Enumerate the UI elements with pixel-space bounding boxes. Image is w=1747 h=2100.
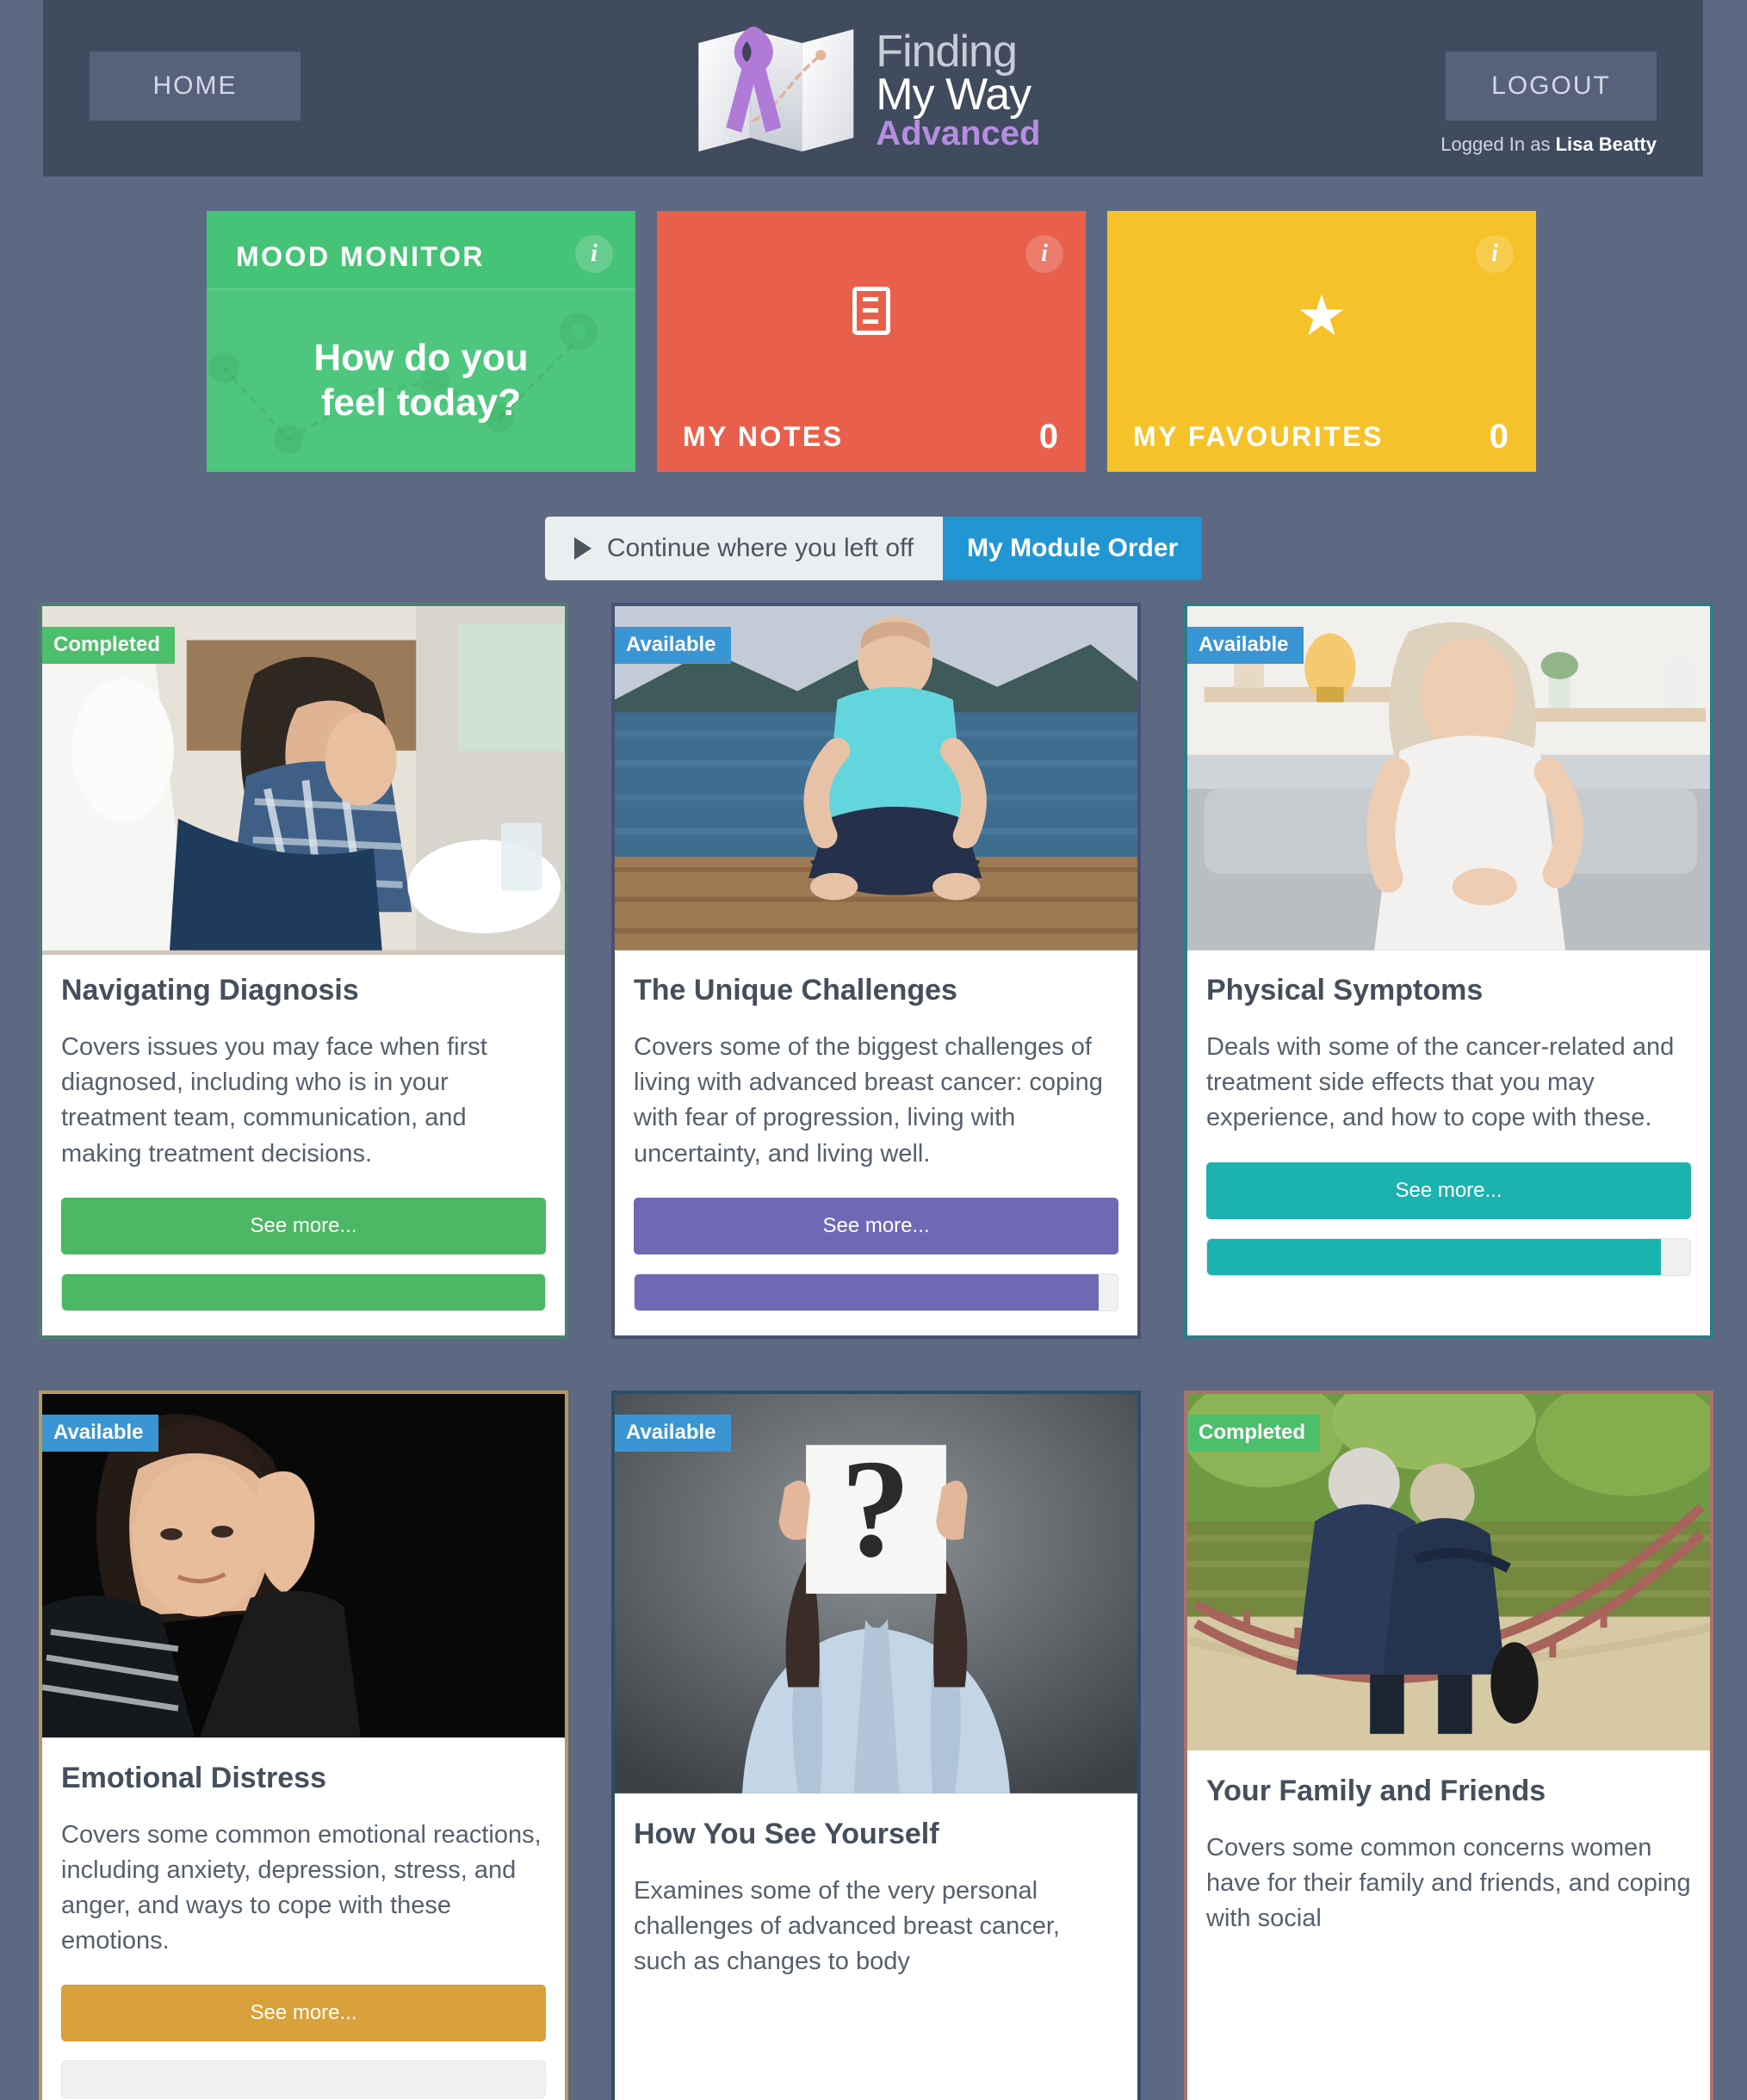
module-card[interactable]: Completed Your Family and Friends Covers… — [1184, 1390, 1713, 2100]
see-more-button[interactable]: See more... — [634, 1197, 1118, 1254]
module-card[interactable]: Completed Navigating Diagnosis Covers is… — [39, 603, 568, 1339]
module-title: Physical Symptoms — [1206, 974, 1484, 1007]
module-progress-fill — [635, 1273, 1099, 1310]
module-progress-bar — [634, 1273, 1118, 1311]
module-card-body: Physical Symptoms Deals with some of the… — [1187, 955, 1710, 1300]
module-card-image: Available — [42, 1393, 565, 1743]
module-status-badge: Completed — [42, 627, 176, 664]
module-description: Examines some of the very personal chall… — [634, 1876, 1060, 1976]
module-card-body: Emotional Distress Covers some common em… — [42, 1743, 565, 2100]
module-description: Deals with some of the cancer-related an… — [1206, 1033, 1675, 1132]
logo-line-2: My Way — [876, 70, 1031, 121]
module-status-badge: Available — [1187, 627, 1304, 664]
logout-button[interactable]: LOGOUT — [1446, 52, 1657, 121]
module-progress-bar — [61, 2060, 546, 2099]
my-module-order-button[interactable]: My Module Order — [943, 517, 1203, 580]
see-more-button[interactable]: See more... — [61, 1985, 546, 2042]
module-card-image: Available — [1187, 606, 1710, 955]
module-card-image: Available — [615, 606, 1137, 955]
tile-my-favourites-count: 0 — [1489, 418, 1508, 455]
star-icon: ★ — [1296, 283, 1347, 347]
module-title: Navigating Diagnosis — [61, 974, 359, 1007]
question-mark-over-face-photo: ? — [615, 1393, 1137, 1793]
module-card[interactable]: Available The Unique Challenges Covers s… — [611, 603, 1141, 1339]
site-logo[interactable]: Finding My Way Advanced — [691, 17, 1040, 159]
tile-mood-monitor-question: How do you feel today? — [207, 336, 635, 425]
module-title: How You See Yourself — [634, 1817, 939, 1850]
module-description: Covers issues you may face when first di… — [61, 1033, 487, 1168]
map-with-purple-ribbon-icon — [691, 17, 864, 159]
tile-my-notes-count: 0 — [1038, 418, 1058, 455]
continue-where-you-left-off-button[interactable]: Continue where you left off — [544, 517, 944, 580]
module-progress-bar — [61, 1273, 546, 1311]
module-card-body: How You See Yourself Examines some of th… — [615, 1799, 1137, 2030]
module-title: Your Family and Friends — [1206, 1774, 1546, 1807]
tile-my-notes-title: MY NOTES — [683, 421, 844, 452]
module-title: Emotional Distress — [61, 1761, 326, 1794]
site-header: HOME Finding My Way Advanced LOGOUT Logg… — [43, 0, 1703, 177]
logged-in-username: Lisa Beatty — [1555, 133, 1657, 155]
module-status-badge: Available — [615, 627, 731, 664]
tile-mood-question-line1: How do you — [313, 337, 529, 379]
module-description: Covers some of the biggest challenges of… — [634, 1033, 1103, 1168]
tile-mood-question-line2: feel today? — [320, 381, 522, 424]
action-bar: Continue where you left off My Module Or… — [0, 517, 1747, 580]
continue-button-label: Continue where you left off — [606, 534, 914, 562]
tile-my-favourites-info-icon[interactable]: i — [1476, 235, 1514, 273]
module-card[interactable]: Available Emotional Distress Covers some… — [39, 1390, 568, 2100]
module-description: Covers some common concerns women have f… — [1206, 1833, 1691, 1933]
module-card-body: Navigating Diagnosis Covers issues you m… — [42, 955, 565, 1335]
module-status-badge: Available — [615, 1414, 731, 1452]
logo-line-1: Finding — [876, 27, 1018, 77]
module-title: The Unique Challenges — [634, 974, 957, 1007]
module-description: Covers some common emotional reactions, … — [61, 1820, 542, 1955]
dashboard-tiles: MOOD MONITOR i How do you feel today? i … — [207, 211, 1539, 472]
see-more-button[interactable]: See more... — [61, 1197, 546, 1254]
logo-line-3: Advanced — [876, 115, 1041, 153]
module-card[interactable]: ? Available How You See Yourself Examine… — [611, 1390, 1141, 2100]
module-status-badge: Completed — [1187, 1414, 1321, 1452]
logged-in-prefix: Logged In as — [1440, 133, 1556, 155]
module-card-image: Completed — [42, 606, 565, 955]
module-card-body: Your Family and Friends Covers some comm… — [1187, 1756, 1710, 1987]
tile-mood-monitor[interactable]: MOOD MONITOR i How do you feel today? — [207, 211, 635, 472]
see-more-button[interactable]: See more... — [1206, 1162, 1691, 1219]
tile-mood-monitor-info-icon[interactable]: i — [575, 235, 613, 273]
module-status-badge: Available — [42, 1414, 158, 1452]
play-triangle-icon — [573, 537, 592, 560]
logged-in-status: Logged In as Lisa Beatty — [1440, 133, 1657, 156]
module-card[interactable]: Available Physical Symptoms Deals with s… — [1184, 603, 1713, 1339]
module-card-image: ? Available — [615, 1393, 1137, 1799]
home-button[interactable]: HOME — [90, 52, 300, 121]
module-card-grid: Completed Navigating Diagnosis Covers is… — [39, 603, 1713, 2100]
module-card-image: Completed — [1187, 1393, 1710, 1756]
tile-my-notes-info-icon[interactable]: i — [1025, 235, 1063, 273]
notes-icon — [657, 287, 1086, 339]
tile-my-favourites-title: MY FAVOURITES — [1133, 421, 1384, 452]
module-card-body: The Unique Challenges Covers some of the… — [615, 955, 1137, 1335]
tile-mood-monitor-title: MOOD MONITOR — [236, 241, 485, 272]
module-progress-fill — [1207, 1238, 1662, 1275]
tile-my-notes[interactable]: i MY NOTES 0 — [657, 211, 1086, 472]
module-progress-bar — [1206, 1237, 1691, 1276]
tile-my-favourites[interactable]: i ★ MY FAVOURITES 0 — [1107, 211, 1536, 472]
module-progress-fill — [62, 1273, 545, 1310]
svg-text:?: ? — [840, 1431, 910, 1586]
